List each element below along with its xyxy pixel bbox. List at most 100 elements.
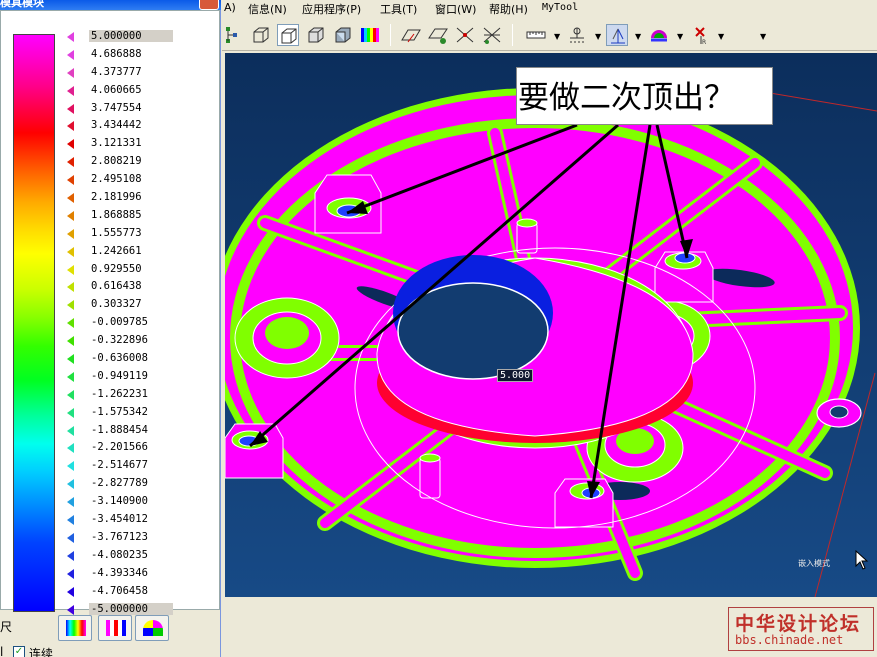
shaded-box-icon[interactable] (305, 24, 327, 46)
banded-spectrum-icon (106, 620, 126, 636)
scale-value: 2.181996 (91, 191, 142, 204)
shaded-solid-icon[interactable] (332, 24, 354, 46)
scale-marker-icon[interactable] (67, 336, 74, 347)
scale-value: -0.949119 (91, 369, 148, 382)
panel-titlebar[interactable]: 模具模块 (0, 0, 221, 10)
scale-marker-icon[interactable] (67, 49, 74, 60)
scale-value: -2.514677 (91, 459, 148, 472)
continuous-checkbox[interactable]: ✓ (13, 646, 25, 657)
scale-marker-icon[interactable] (67, 407, 74, 418)
scale-value: 0.303327 (91, 298, 142, 311)
shaded-surface-button[interactable] (135, 615, 169, 641)
scale-marker-icon[interactable] (67, 371, 74, 382)
graphics-viewport[interactable] (225, 53, 877, 597)
continuous-spectrum-button[interactable] (58, 615, 92, 641)
scale-marker-icon[interactable] (67, 139, 74, 150)
scale-marker-icon[interactable] (67, 282, 74, 293)
scale-marker-icon[interactable] (67, 300, 74, 311)
section-dropdown-icon[interactable]: ▼ (595, 32, 601, 41)
measure-dropdown-icon[interactable]: ▼ (554, 32, 560, 41)
scale-marker-icon[interactable] (67, 515, 74, 526)
scale-marker-icon[interactable] (67, 228, 74, 239)
scale-marker-icon[interactable] (67, 568, 74, 579)
scale-marker-icon[interactable] (67, 354, 74, 365)
mode-indicator: 嵌入模式 (798, 559, 830, 568)
scale-value: 5.000000 (89, 30, 173, 42)
menu-item-help[interactable]: 帮助(H) (489, 1, 528, 17)
scale-marker-icon[interactable] (67, 264, 74, 275)
split-icon[interactable] (481, 24, 503, 46)
menu-item-window[interactable]: 窗口(W) (435, 1, 476, 17)
hidden-line-box-icon[interactable] (277, 24, 299, 46)
scale-marker-icon[interactable] (67, 246, 74, 257)
draft-dropdown-icon[interactable]: ▼ (635, 32, 641, 41)
menu-item-info[interactable]: 信息(N) (248, 1, 287, 17)
scale-row: -0.636008 (65, 350, 175, 368)
scale-marker-icon[interactable] (67, 479, 74, 490)
scale-value: 3.747554 (91, 101, 142, 114)
scale-row: -3.454012 (65, 511, 175, 529)
scale-value: 0.929550 (91, 262, 142, 275)
menu-item-applications[interactable]: 应用程序(P) (302, 1, 361, 17)
scale-marker-icon[interactable] (67, 461, 74, 472)
hide-icon[interactable] (427, 24, 449, 46)
scale-value: -1.262231 (91, 387, 148, 400)
scale-marker-icon[interactable] (67, 497, 74, 508)
scale-value: -1.575342 (91, 405, 148, 418)
scale-marker-icon[interactable] (67, 193, 74, 204)
scale-marker-icon[interactable] (67, 389, 74, 400)
scale-row: 2.181996 (65, 189, 175, 207)
menu-item-mytool[interactable]: MyTool (542, 2, 578, 13)
scale-marker-icon[interactable] (67, 103, 74, 114)
axis-icon[interactable]: R (690, 24, 712, 46)
close-icon[interactable] (199, 0, 219, 10)
scale-marker-icon[interactable] (67, 550, 74, 561)
scale-marker-icon[interactable] (67, 175, 74, 186)
color-wheel-dropdown-icon[interactable]: ▼ (677, 32, 683, 41)
scale-marker-icon[interactable] (67, 532, 74, 543)
scale-row: 1.555773 (65, 225, 175, 243)
scale-marker-icon[interactable] (67, 318, 74, 329)
color-wheel-icon[interactable] (648, 24, 670, 46)
scale-row: 0.929550 (65, 261, 175, 279)
scale-marker-icon[interactable] (67, 121, 74, 132)
scale-row: 2.808219 (65, 153, 175, 171)
measure-icon[interactable] (525, 24, 547, 46)
legend-box: 5.000000 4.686888 4.373777 4.060665 3.747554… (0, 10, 220, 615)
scale-value: -0.009785 (91, 316, 148, 329)
pu-dropdown-icon[interactable]: ▼ (760, 32, 766, 41)
scale-marker-icon[interactable] (67, 586, 74, 597)
scale-marker-icon[interactable] (67, 157, 74, 168)
axis-dropdown-icon[interactable]: ▼ (718, 32, 724, 41)
scale-marker-icon[interactable] (67, 32, 74, 42)
scale-marker-icon[interactable] (67, 425, 74, 436)
scale-row: -0.322896 (65, 332, 175, 350)
menu-item-a[interactable]: A) (224, 1, 236, 14)
scale-marker-icon[interactable] (67, 604, 74, 615)
intersect-icon[interactable] (454, 24, 476, 46)
scale-marker-icon[interactable] (67, 210, 74, 221)
menu-bar: A) 信息(N) 应用程序(P) 工具(T) 窗口(W) 帮助(H) MyToo… (222, 0, 877, 16)
view-tree-icon[interactable] (224, 24, 246, 46)
toolbar-separator (512, 24, 513, 46)
panel-bottom-label: 尺 (0, 620, 13, 634)
scale-marker-icon[interactable] (67, 443, 74, 454)
wireframe-box-icon[interactable] (250, 24, 272, 46)
color-scale-icon[interactable] (359, 24, 381, 46)
toolbar-separator (390, 24, 391, 46)
scale-row: 4.686888 (65, 46, 175, 64)
scale-row: -3.140900 (65, 493, 175, 511)
draft-check-icon[interactable] (606, 24, 628, 46)
menu-item-tools[interactable]: 工具(T) (380, 1, 417, 17)
scale-marker-icon[interactable] (67, 85, 74, 96)
section-icon[interactable] (566, 24, 588, 46)
scale-marker-icon[interactable] (67, 67, 74, 78)
banded-spectrum-button[interactable] (98, 615, 132, 641)
continuous-label: 连续 (29, 647, 54, 657)
scale-value: 3.434442 (91, 119, 142, 132)
scale-value: 1.242661 (91, 244, 142, 257)
scale-value: 1.555773 (91, 226, 142, 239)
plane-icon[interactable] (400, 24, 422, 46)
mold-part-render (225, 88, 877, 597)
scale-row: -0.949119 (65, 368, 175, 386)
